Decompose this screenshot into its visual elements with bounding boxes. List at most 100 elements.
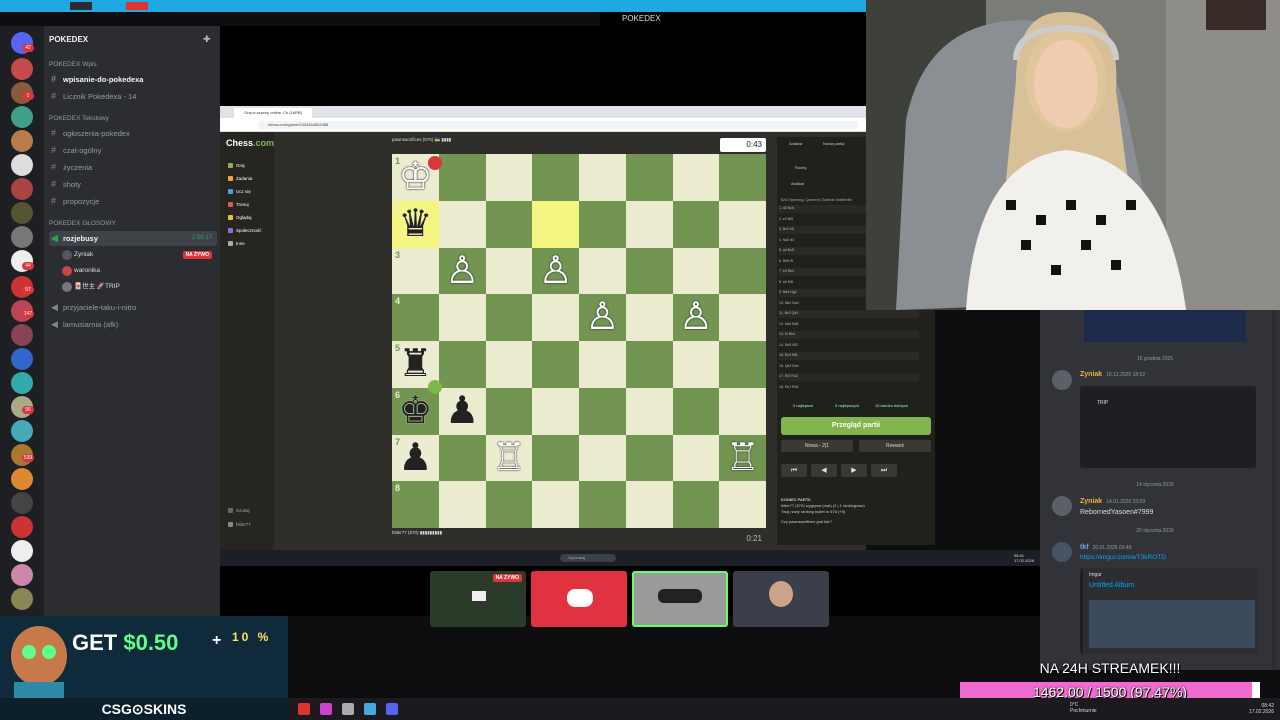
server-icon[interactable] [11, 468, 33, 490]
channel-item[interactable]: # ogłoszenia-pokedex [49, 126, 217, 141]
move-row[interactable]: 17. Rf3 Ra2 [779, 373, 919, 381]
weather-widget[interactable]: 0°C Pochmurnie [1070, 702, 1097, 714]
black-pawn-piece[interactable]: ♟ [439, 388, 486, 434]
server-icon[interactable] [11, 226, 33, 248]
csgoskins-ad[interactable]: GET $0.50 + 10 % CSG⊙SKINS [0, 616, 288, 720]
rematch-button[interactable]: Rewanż [859, 440, 931, 452]
chess-search[interactable]: Szukaj [228, 508, 250, 513]
board-square[interactable] [485, 200, 533, 248]
call-tile-discord[interactable] [531, 571, 627, 627]
server-icon[interactable] [11, 106, 33, 128]
chess-nav-item[interactable]: Zadania [228, 176, 252, 181]
server-icon[interactable] [11, 492, 33, 514]
category-label[interactable]: POKEDEX Wpis [49, 61, 97, 68]
voice-user[interactable]: Zyniak [62, 249, 93, 261]
board-square[interactable] [579, 200, 626, 248]
board-square[interactable] [438, 341, 486, 388]
board-square[interactable] [579, 154, 626, 201]
board-square[interactable] [719, 200, 766, 248]
voice-user[interactable]: waronika [62, 265, 100, 277]
board-square[interactable] [532, 434, 579, 482]
category-label[interactable]: POKEDEX GŁOSOWY [49, 220, 116, 227]
fair-play-question[interactable]: Czy pawnsacrifices grał fair? [781, 519, 931, 525]
voice-channel[interactable]: ◀ przyjaciele-taku-i-nitro [49, 300, 217, 315]
move-row[interactable]: 15. Rc3 Nf6 [779, 352, 919, 360]
message-link[interactable]: https://imgur.com/a/T3kROTD [1080, 554, 1166, 561]
channel-item[interactable]: # Licznik Pokedexa - 14 [49, 89, 217, 104]
board-square[interactable] [625, 200, 673, 248]
chess-nav-item[interactable]: Trenuj [228, 202, 249, 207]
brave-icon[interactable] [298, 703, 310, 715]
server-icon[interactable] [11, 58, 33, 80]
call-tile-screenshare[interactable]: NA ŻYWO [430, 571, 526, 627]
board-square[interactable] [672, 247, 720, 295]
chat-scrollbar[interactable] [1272, 310, 1276, 670]
server-icon[interactable] [11, 564, 33, 586]
board-square[interactable] [579, 341, 626, 388]
board-square[interactable] [579, 387, 626, 435]
server-icon[interactable] [11, 588, 33, 610]
settings-icon[interactable] [342, 703, 354, 715]
prev-move-button[interactable]: ◀ [811, 464, 837, 477]
move-row[interactable]: 14. Nd3 Nf3 [779, 342, 919, 350]
white-pawn-piece[interactable]: ♙ [439, 248, 486, 294]
server-icon[interactable] [11, 154, 33, 176]
board-square[interactable] [625, 154, 673, 201]
board-square[interactable] [625, 294, 673, 341]
board-square[interactable] [672, 341, 720, 388]
move-row[interactable]: 16. Qe2 Bd4 [779, 363, 919, 371]
board-square[interactable] [672, 154, 720, 201]
board-square[interactable] [672, 200, 720, 248]
server-icon[interactable] [11, 372, 33, 394]
avatar[interactable] [1052, 496, 1072, 516]
url-field[interactable]: chess.com/game/1043464832456 [258, 121, 858, 129]
chess-nav-item[interactable]: Graj [228, 163, 245, 168]
server-icon[interactable] [11, 178, 33, 200]
link-embed[interactable]: Imgur Untitled Album [1080, 568, 1258, 654]
first-move-button[interactable]: ⏮ [781, 464, 807, 477]
call-tile-user[interactable] [632, 571, 728, 627]
server-icon[interactable] [11, 516, 33, 538]
board-square[interactable] [532, 154, 579, 201]
move-row[interactable]: 13. f4 Bb4 [779, 331, 919, 339]
windows-search[interactable]: Wyszukaj [560, 554, 616, 562]
message-author[interactable]: Zyniak 16.12.2025 18:52 [1080, 371, 1145, 378]
board-square[interactable] [485, 387, 533, 435]
board-square[interactable] [438, 200, 486, 248]
discord-icon[interactable] [386, 703, 398, 715]
add-member-icon[interactable]: ✚ [203, 35, 212, 44]
game-review-button[interactable]: Przegląd partii [781, 417, 931, 435]
message-author[interactable]: tkf 20.01.2026 03:48 [1080, 544, 1132, 551]
white-rook-piece[interactable]: ♖ [719, 435, 766, 481]
board-square[interactable] [625, 387, 673, 435]
chess-nav-item[interactable]: Oglądaj [228, 215, 252, 220]
server-icon[interactable] [11, 202, 33, 224]
app-icon[interactable] [364, 703, 376, 715]
board-square[interactable] [672, 387, 720, 435]
window-tab[interactable] [70, 2, 92, 10]
board-square[interactable] [719, 294, 766, 341]
app-icon[interactable] [320, 703, 332, 715]
chess-nav-item[interactable]: Inne [228, 241, 245, 246]
white-rook-piece[interactable]: ♖ [486, 435, 533, 481]
board-square[interactable] [672, 434, 720, 482]
last-move-button[interactable]: ⏭ [871, 464, 897, 477]
opponent-name[interactable]: pawnsacrifices (570) 🇺🇦 ▮▮▮▮ [392, 137, 451, 143]
board-square[interactable] [485, 341, 533, 388]
player-name[interactable]: hitler77 (570) ▮▮▮▮▮▮▮▮▮ [392, 530, 442, 536]
panel-tab[interactable]: Nowa partia [823, 141, 844, 146]
board-square[interactable] [625, 341, 673, 388]
board-square[interactable] [438, 294, 486, 341]
server-icon[interactable] [11, 540, 33, 562]
chess-nav-item[interactable]: Społeczność [228, 228, 262, 233]
board-square[interactable] [579, 247, 626, 295]
window-tab[interactable] [126, 2, 148, 10]
board-square[interactable] [532, 387, 579, 435]
new-game-button[interactable]: Nowa - 2|1 [781, 440, 853, 452]
board-square[interactable] [485, 247, 533, 295]
white-pawn-piece[interactable]: ♙ [532, 248, 579, 294]
server-icon[interactable] [11, 324, 33, 346]
channel-item[interactable]: # wpisanie-do-pokedexa [49, 72, 217, 87]
move-row[interactable]: 12. Nd4 Bd6 [779, 321, 919, 329]
chess-logo[interactable]: Chess.com [226, 138, 274, 148]
